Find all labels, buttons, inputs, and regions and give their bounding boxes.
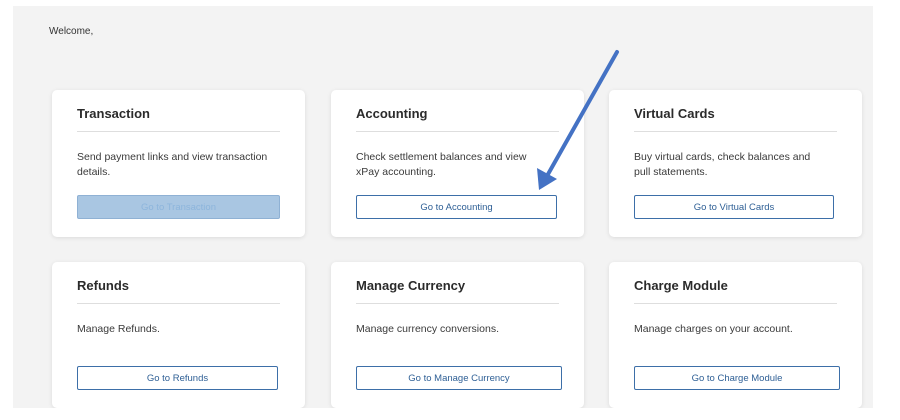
card-divider xyxy=(356,303,559,304)
card-divider xyxy=(634,131,837,132)
card-title: Accounting xyxy=(356,106,428,121)
card-divider xyxy=(77,303,280,304)
welcome-text: Welcome, xyxy=(49,26,94,37)
card-title: Charge Module xyxy=(634,278,728,293)
card-charge-module: Charge Module Manage charges on your acc… xyxy=(609,262,862,408)
card-title: Manage Currency xyxy=(356,278,466,293)
card-accounting: Accounting Check settlement balances and… xyxy=(331,90,584,237)
card-description: Send payment links and view transaction … xyxy=(77,151,268,178)
card-refunds: Refunds Manage Refunds. Go to Refunds xyxy=(52,262,305,408)
card-divider xyxy=(356,131,559,132)
card-description: Manage charges on your account. xyxy=(634,323,793,335)
go-to-accounting-button[interactable]: Go to Accounting xyxy=(356,195,557,219)
card-title: Refunds xyxy=(77,278,129,293)
card-description: Check settlement balances and view xPay … xyxy=(356,151,527,178)
go-to-charge-module-button[interactable]: Go to Charge Module xyxy=(634,366,840,390)
go-to-refunds-button[interactable]: Go to Refunds xyxy=(77,366,278,390)
dashboard-page: Welcome, Transaction Send payment links … xyxy=(13,6,873,408)
card-description: Manage currency conversions. xyxy=(356,323,499,335)
card-description: Buy virtual cards, check balances and pu… xyxy=(634,151,811,178)
go-to-manage-currency-button[interactable]: Go to Manage Currency xyxy=(356,366,562,390)
go-to-transaction-button[interactable]: Go to Transaction xyxy=(77,195,280,219)
card-description: Manage Refunds. xyxy=(77,323,160,335)
card-virtual-cards: Virtual Cards Buy virtual cards, check b… xyxy=(609,90,862,237)
card-manage-currency: Manage Currency Manage currency conversi… xyxy=(331,262,584,408)
card-title: Transaction xyxy=(77,106,150,121)
card-transaction: Transaction Send payment links and view … xyxy=(52,90,305,237)
go-to-virtual-cards-button[interactable]: Go to Virtual Cards xyxy=(634,195,834,219)
card-divider xyxy=(77,131,280,132)
card-divider xyxy=(634,303,837,304)
card-title: Virtual Cards xyxy=(634,106,715,121)
